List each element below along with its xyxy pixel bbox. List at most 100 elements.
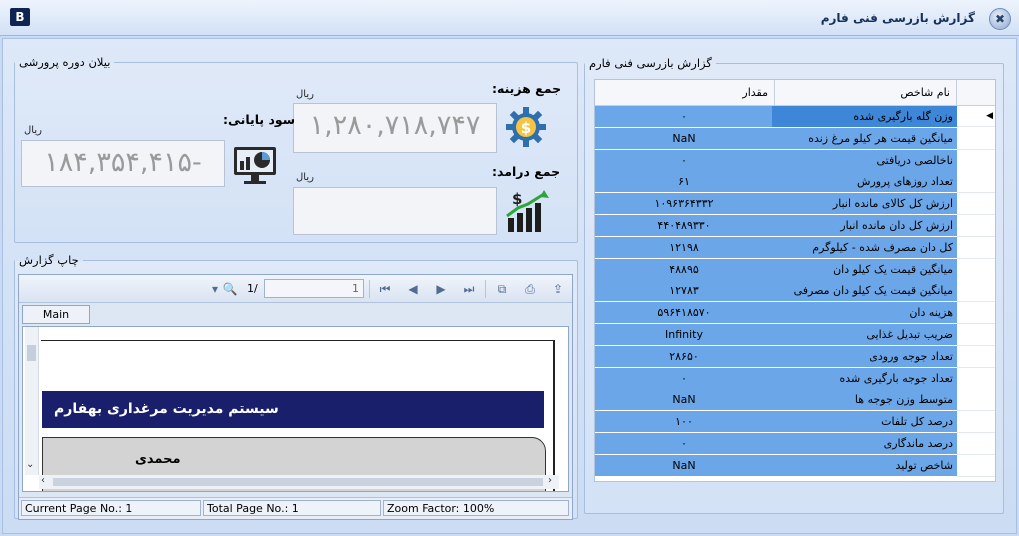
table-row[interactable]: ۰ درصد ماندگاری (595, 433, 995, 455)
report-preview: سیستم مدیریت مرغداری بهفارم محمدی ⌄ ‹ › (22, 326, 569, 492)
row-header[interactable] (957, 236, 995, 259)
print-icon[interactable]: ⎙ (520, 279, 540, 299)
cell-value[interactable]: ۴۸۸۹۵ (595, 258, 774, 281)
scroll-right-icon[interactable]: › (548, 475, 552, 486)
close-button[interactable]: ✖ (989, 8, 1011, 30)
last-page-icon[interactable]: ⏭ (459, 279, 479, 299)
previous-page-icon[interactable]: ◀ (403, 279, 423, 299)
table-row[interactable]: ۱۰۰ درصد کل تلفات (595, 411, 995, 434)
cell-indicator-name[interactable]: ارزش کل کالای مانده انبار (772, 193, 957, 216)
zoom-icon[interactable]: 🔍 (220, 279, 240, 299)
row-header[interactable] (957, 324, 995, 346)
cell-value[interactable]: ۱۲۷۸۳ (595, 280, 774, 303)
table-row[interactable]: ۴۴۰۴۸۹۳۳۰ ارزش کل دان مانده انبار (595, 215, 995, 237)
copy-icon[interactable]: ⧉ (492, 279, 512, 299)
cell-value[interactable]: NaN (595, 389, 774, 412)
cell-indicator-name[interactable]: تعداد جوجه ورودی (772, 345, 957, 368)
row-header[interactable]: ◀ (957, 106, 995, 127)
row-header[interactable] (957, 280, 995, 303)
table-row[interactable]: ۶۱ تعداد روزهای پرورش (595, 171, 995, 194)
row-header[interactable] (957, 127, 995, 150)
row-header[interactable] (957, 302, 995, 325)
export-icon[interactable]: ⇪ (548, 279, 568, 299)
report-banner: سیستم مدیریت مرغداری بهفارم (42, 391, 544, 428)
cell-value[interactable]: ۱۰۰ (595, 411, 774, 434)
cell-indicator-name[interactable]: درصد کل تلفات (772, 411, 957, 434)
cell-indicator-name[interactable]: هزینه دان (772, 302, 957, 325)
vertical-scrollbar[interactable]: ⌄ (25, 327, 39, 475)
cell-indicator-name[interactable]: میانگین قیمت هر کیلو مرغ زنده (772, 127, 957, 150)
row-header[interactable] (957, 193, 995, 216)
cell-value[interactable]: ۱۰۹۶۳۶۴۳۳۲ (595, 193, 774, 216)
table-row[interactable]: NaN شاخص تولید (595, 454, 995, 477)
cell-value[interactable]: ۴۴۰۴۸۹۳۳۰ (595, 215, 774, 237)
cell-indicator-name[interactable]: متوسط وزن جوجه ها (772, 389, 957, 412)
cell-indicator-name[interactable]: میانگین قیمت یک کیلو دان (772, 258, 957, 281)
page-number-input[interactable]: 1 (264, 279, 364, 298)
cost-dollar-gear-icon: $ (503, 104, 549, 150)
cell-indicator-name[interactable]: میانگین قیمت یک کیلو دان مصرفی (772, 280, 957, 303)
table-row[interactable]: ۰ تعداد جوجه بارگیری شده (595, 367, 995, 390)
row-header[interactable] (957, 367, 995, 390)
cell-value[interactable]: NaN (595, 454, 774, 477)
table-row[interactable]: ۰ ناخالصی دریافتی (595, 149, 995, 172)
row-header[interactable] (957, 389, 995, 412)
cell-value[interactable]: ۰ (595, 433, 774, 455)
next-page-icon[interactable]: ▶ (431, 279, 451, 299)
table-row[interactable]: ۰ وزن گله بارگیری شده ◀ (595, 106, 995, 128)
table-row[interactable]: ۵۹۶۴۱۸۵۷۰ هزینه دان (595, 302, 995, 325)
table-row[interactable]: ۴۸۸۹۵ میانگین قیمت یک کیلو دان (595, 258, 995, 281)
first-page-icon[interactable]: ⏮ (375, 279, 395, 299)
svg-text:$: $ (521, 119, 531, 137)
app-logo-icon: B (10, 8, 30, 26)
row-header[interactable] (957, 345, 995, 368)
table-row[interactable]: ۱۲۷۸۳ میانگین قیمت یک کیلو دان مصرفی (595, 280, 995, 303)
cell-value[interactable]: ۱۲۱۹۸ (595, 236, 774, 259)
scroll-left-icon[interactable]: ‹ (41, 475, 45, 486)
tab-main-report[interactable]: Main Report (22, 305, 90, 338)
column-header-name[interactable]: نام شاخص (776, 80, 957, 106)
horizontal-scrollbar[interactable]: ‹ › (39, 475, 559, 489)
scroll-thumb[interactable] (27, 345, 36, 361)
cell-indicator-name[interactable]: وزن گله بارگیری شده (772, 106, 957, 128)
row-header[interactable] (957, 454, 995, 477)
row-header[interactable] (957, 149, 995, 172)
page-of-label: 1/ (247, 282, 258, 295)
print-legend: چاپ گزارش (19, 253, 79, 267)
table-row[interactable]: ۱۰۹۶۳۶۴۳۳۲ ارزش کل کالای مانده انبار (595, 193, 995, 216)
cell-value[interactable]: Infinity (595, 324, 774, 346)
table-row[interactable]: ۲۸۶۵۰ تعداد جوجه ورودی (595, 345, 995, 368)
row-header[interactable] (957, 433, 995, 455)
cell-indicator-name[interactable]: شاخص تولید (772, 454, 957, 477)
cell-value[interactable]: ۰ (595, 149, 774, 172)
cell-indicator-name[interactable]: ارزش کل دان مانده انبار (772, 215, 957, 237)
row-header[interactable] (957, 258, 995, 281)
column-header-value[interactable]: مقدار (595, 80, 775, 106)
cell-indicator-name[interactable]: ضریب تبدیل غذایی (772, 324, 957, 346)
table-row[interactable]: NaN متوسط وزن جوجه ها (595, 389, 995, 412)
cell-value[interactable]: ۰ (595, 106, 774, 128)
row-header[interactable] (957, 171, 995, 194)
cell-value[interactable]: ۲۸۶۵۰ (595, 345, 774, 368)
report-title: سیستم مدیریت مرغداری بهفارم (54, 401, 279, 417)
cell-value[interactable]: ۰ (595, 367, 774, 390)
cell-value[interactable]: ۵۹۶۴۱۸۵۷۰ (595, 302, 774, 325)
cell-indicator-name[interactable]: تعداد جوجه بارگیری شده (772, 367, 957, 390)
row-header[interactable] (957, 411, 995, 434)
table-row[interactable]: NaN میانگین قیمت هر کیلو مرغ زنده (595, 127, 995, 150)
toolbar-separator (369, 280, 370, 298)
title-bar: B گزارش بازرسی فنی فارم ✖ (0, 0, 1019, 36)
scroll-down-icon[interactable]: ⌄ (26, 459, 34, 470)
row-header[interactable] (957, 215, 995, 237)
cell-indicator-name[interactable]: کل دان مصرف شده - کیلوگرم (772, 236, 957, 259)
income-chart-icon: $ (504, 188, 550, 234)
table-row[interactable]: Infinity ضریب تبدیل غذایی (595, 324, 995, 346)
grid-body: ۰ وزن گله بارگیری شده ◀ NaN میانگین قیمت هر … (595, 106, 995, 481)
hscroll-thumb[interactable] (53, 478, 543, 486)
cell-value[interactable]: ۶۱ (595, 171, 774, 194)
cell-indicator-name[interactable]: تعداد روزهای پرورش (772, 171, 957, 194)
cell-indicator-name[interactable]: ناخالصی دریافتی (772, 149, 957, 172)
cell-value[interactable]: NaN (595, 127, 774, 150)
table-row[interactable]: ۱۲۱۹۸ کل دان مصرف شده - کیلوگرم (595, 236, 995, 259)
cell-indicator-name[interactable]: درصد ماندگاری (772, 433, 957, 455)
